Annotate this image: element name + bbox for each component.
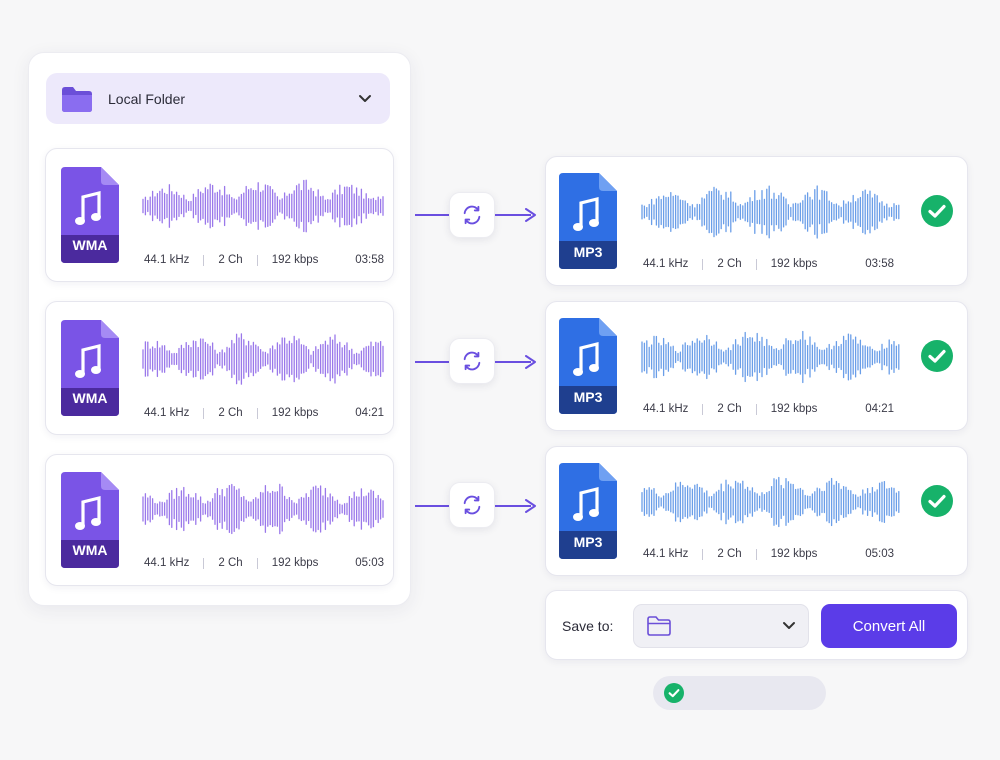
bitrate: 192 kbps xyxy=(271,407,319,419)
channels: 2 Ch xyxy=(717,548,742,560)
source-file-card[interactable]: WMA 44.1 kHz 2 Ch 192 kbps 04:21 xyxy=(45,301,394,435)
source-folder-dropdown[interactable]: Local Folder xyxy=(46,73,390,124)
arrow-line xyxy=(415,214,449,216)
duration: 04:21 xyxy=(865,403,894,415)
file-format-label: MP3 xyxy=(573,534,603,550)
file-meta: 44.1 kHz 2 Ch 192 kbps 03:58 xyxy=(643,258,894,270)
waveform xyxy=(641,330,900,384)
file-meta: 44.1 kHz 2 Ch 192 kbps 03:58 xyxy=(144,254,384,266)
file-meta: 44.1 kHz 2 Ch 192 kbps 05:03 xyxy=(144,557,384,569)
duration: 05:03 xyxy=(355,557,384,569)
convert-all-button[interactable]: Convert All xyxy=(821,604,957,648)
save-to-label: Save to: xyxy=(562,618,614,634)
bitrate: 192 kbps xyxy=(770,403,818,415)
chevron-down-icon xyxy=(359,94,371,102)
waveform xyxy=(142,483,384,535)
chevron-down-icon xyxy=(783,622,795,629)
arrow-head-icon xyxy=(525,208,536,222)
bitrate: 192 kbps xyxy=(271,254,319,266)
convert-badge xyxy=(449,482,495,528)
source-file-card[interactable]: WMA 44.1 kHz 2 Ch 192 kbps 05:03 xyxy=(45,454,394,586)
folder-icon xyxy=(647,616,671,636)
channels: 2 Ch xyxy=(717,403,742,415)
channels: 2 Ch xyxy=(218,407,243,419)
duration: 04:21 xyxy=(355,407,384,419)
arrow-head-icon xyxy=(525,499,536,513)
folder-icon xyxy=(62,86,92,112)
channels: 2 Ch xyxy=(717,258,742,270)
status-pill xyxy=(653,676,826,710)
save-panel: Save to: Convert All xyxy=(545,590,968,660)
file-format-label: MP3 xyxy=(573,244,603,260)
convert-badge xyxy=(449,338,495,384)
duration: 05:03 xyxy=(865,548,894,560)
file-format-label: WMA xyxy=(72,390,108,406)
convert-badge xyxy=(449,192,495,238)
refresh-icon xyxy=(463,205,481,225)
duration: 03:58 xyxy=(865,258,894,270)
bitrate: 192 kbps xyxy=(770,258,818,270)
check-circle-icon xyxy=(921,340,953,372)
bitrate: 192 kbps xyxy=(271,557,319,569)
sample-rate: 44.1 kHz xyxy=(144,254,190,266)
bitrate: 192 kbps xyxy=(770,548,818,560)
output-file-card[interactable]: MP3 44.1 kHz 2 Ch 192 kbps 05:03 xyxy=(545,446,968,576)
file-meta: 44.1 kHz 2 Ch 192 kbps 04:21 xyxy=(144,407,384,419)
file-meta: 44.1 kHz 2 Ch 192 kbps 04:21 xyxy=(643,403,894,415)
arrow-line xyxy=(415,505,449,507)
waveform xyxy=(641,476,900,528)
waveform xyxy=(641,185,900,239)
duration: 03:58 xyxy=(355,254,384,266)
sample-rate: 44.1 kHz xyxy=(144,557,190,569)
save-folder-dropdown[interactable] xyxy=(633,604,809,648)
file-meta: 44.1 kHz 2 Ch 192 kbps 05:03 xyxy=(643,548,894,560)
waveform xyxy=(142,333,384,385)
output-file-card[interactable]: MP3 44.1 kHz 2 Ch 192 kbps 03:58 xyxy=(545,156,968,286)
file-format-label: MP3 xyxy=(573,389,603,405)
file-format-label: WMA xyxy=(72,542,108,558)
sample-rate: 44.1 kHz xyxy=(144,407,190,419)
output-file-card[interactable]: MP3 44.1 kHz 2 Ch 192 kbps 04:21 xyxy=(545,301,968,431)
sample-rate: 44.1 kHz xyxy=(643,403,689,415)
check-circle-icon xyxy=(921,195,953,227)
sample-rate: 44.1 kHz xyxy=(643,258,689,270)
file-format-label: WMA xyxy=(72,237,108,253)
source-folder-label: Local Folder xyxy=(108,90,186,107)
check-circle-icon xyxy=(664,683,684,703)
arrow-line xyxy=(415,361,449,363)
channels: 2 Ch xyxy=(218,254,243,266)
refresh-icon xyxy=(463,351,481,371)
arrow-head-icon xyxy=(525,355,536,369)
sample-rate: 44.1 kHz xyxy=(643,548,689,560)
source-file-card[interactable]: WMA 44.1 kHz 2 Ch 192 kbps 03:58 xyxy=(45,148,394,282)
refresh-icon xyxy=(463,495,481,515)
waveform xyxy=(142,179,384,233)
check-circle-icon xyxy=(921,485,953,517)
channels: 2 Ch xyxy=(218,557,243,569)
